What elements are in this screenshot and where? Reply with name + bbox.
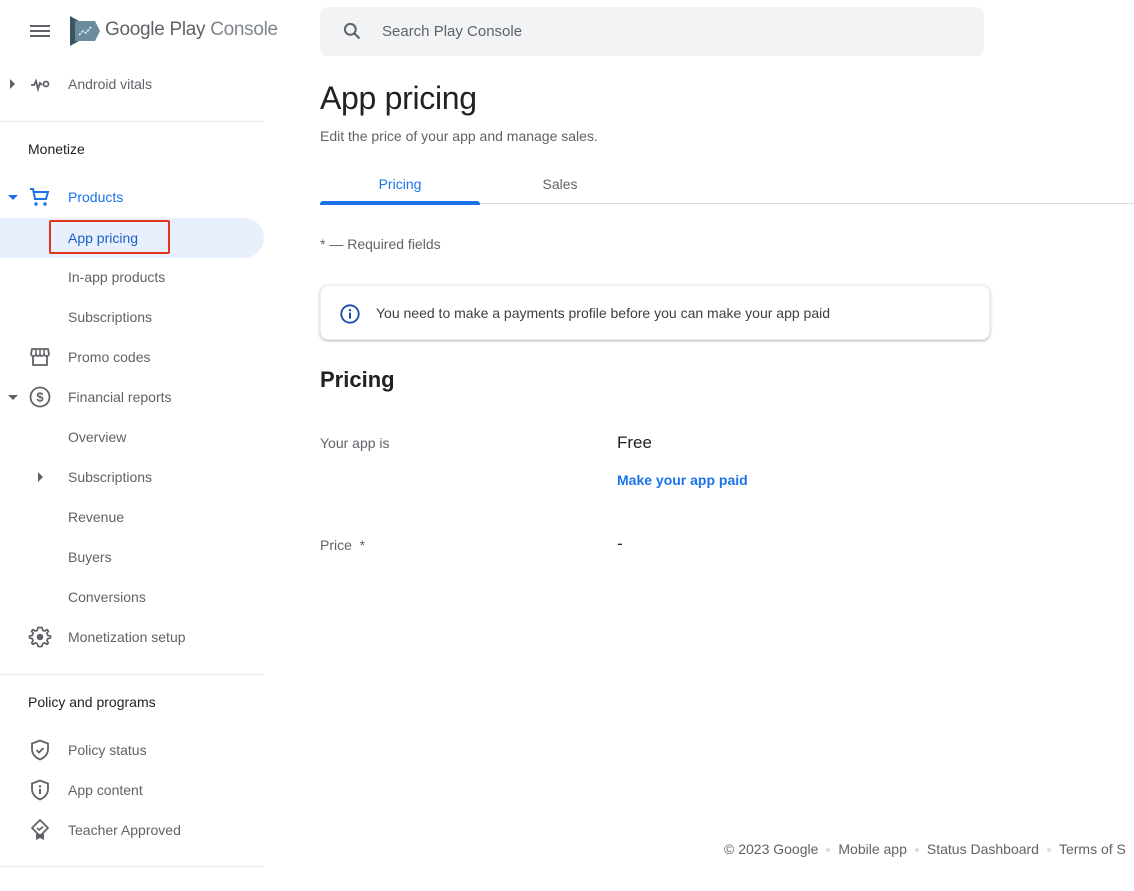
sidebar-item-conversions[interactable]: Conversions (0, 577, 264, 617)
sidebar-item-label: Conversions (68, 589, 146, 605)
sidebar-item-label: Products (68, 189, 124, 205)
divider (0, 121, 264, 122)
page-title: App pricing (320, 80, 477, 116)
price-label: Price * (320, 537, 366, 553)
tab-bar: Pricing Sales (320, 164, 1134, 205)
footer-link-status-dashboard[interactable]: Status Dashboard (927, 841, 1039, 857)
cart-icon (30, 188, 50, 206)
sidebar: Google Play Console Android vitals Monet… (0, 0, 278, 891)
storefront-icon (30, 348, 50, 366)
sidebar-item-monetization-setup[interactable]: Monetization setup (0, 617, 264, 657)
copyright: © 2023 Google (724, 841, 819, 857)
divider (0, 674, 264, 675)
sidebar-item-app-pricing[interactable]: App pricing (0, 218, 264, 258)
search-icon[interactable] (342, 21, 362, 41)
separator-dot (914, 848, 919, 853)
sidebar-item-buyers[interactable]: Buyers (0, 537, 264, 577)
sidebar-item-label: Android vitals (68, 76, 153, 92)
logo-brand: Google Play (105, 19, 206, 40)
sidebar-item-label: Teacher Approved (68, 822, 181, 838)
expand-caret-icon[interactable] (38, 472, 43, 482)
sidebar-item-android-vitals[interactable]: Android vitals (0, 64, 264, 104)
shield-check-icon (31, 739, 49, 761)
tab-sales[interactable]: Sales (480, 164, 640, 204)
shield-info-icon (31, 779, 49, 801)
sidebar-item-label: Financial reports (68, 389, 172, 405)
info-icon (340, 304, 360, 324)
app-pricing-status: Free (617, 433, 652, 452)
sidebar-item-promo-codes[interactable]: Promo codes (0, 337, 264, 377)
svg-text:$: $ (36, 390, 44, 405)
sidebar-item-app-content[interactable]: App content (0, 770, 264, 810)
sidebar-item-overview[interactable]: Overview (0, 417, 264, 457)
separator-dot (1046, 848, 1051, 853)
sidebar-item-teacher-approved[interactable]: Teacher Approved (0, 810, 264, 850)
required-fields-note: * — Required fields (320, 236, 441, 252)
footer: © 2023 Google Mobile app Status Dashboard T… (724, 841, 1126, 857)
sidebar-item-subscriptions[interactable]: Subscriptions (0, 297, 264, 337)
sidebar-item-in-app-products[interactable]: In-app products (0, 257, 264, 297)
collapse-caret-icon[interactable] (8, 394, 18, 400)
section-title-pricing: Pricing (320, 367, 395, 392)
sidebar-item-products[interactable]: Products (0, 177, 264, 217)
info-banner: You need to make a payments profile befo… (320, 285, 990, 340)
separator-dot (826, 848, 831, 853)
sidebar-item-label: In-app products (68, 269, 166, 285)
sidebar-item-label: App pricing (68, 230, 139, 246)
app-is-label: Your app is (320, 435, 390, 451)
sidebar-item-label: Buyers (68, 549, 112, 565)
sidebar-item-label: App content (68, 782, 143, 798)
info-message: You need to make a payments profile befo… (376, 305, 830, 321)
search-bar[interactable]: Search Play Console (320, 7, 984, 56)
expand-caret-icon[interactable] (10, 79, 15, 89)
sidebar-item-label: Overview (68, 429, 127, 445)
vitals-pulse-icon (31, 78, 50, 93)
hamburger-menu-icon[interactable] (28, 22, 52, 40)
dollar-circle-icon: $ (29, 386, 51, 408)
footer-link-mobile-app[interactable]: Mobile app (838, 841, 907, 857)
sidebar-item-label: Policy status (68, 742, 147, 758)
section-title-monetize: Monetize (28, 141, 85, 157)
sidebar-item-label: Revenue (68, 509, 125, 525)
sidebar-item-label: Subscriptions (68, 469, 153, 485)
sidebar-item-label: Subscriptions (68, 309, 153, 325)
collapse-caret-icon[interactable] (8, 194, 18, 200)
app-header: Google Play Console (0, 0, 278, 62)
page-subtitle: Edit the price of your app and manage sa… (320, 128, 598, 144)
section-title-policy: Policy and programs (28, 694, 156, 710)
sidebar-item-revenue[interactable]: Revenue (0, 497, 264, 537)
price-value: - (617, 534, 623, 553)
sidebar-item-financial-reports[interactable]: $ Financial reports (0, 377, 264, 417)
logo-text[interactable]: Google Play Console (105, 19, 278, 41)
make-app-paid-link[interactable]: Make your app paid (617, 472, 748, 488)
sidebar-item-label: Promo codes (68, 349, 151, 365)
logo-product: Console (210, 19, 278, 40)
gear-icon (28, 626, 52, 648)
badge-check-icon (31, 819, 49, 840)
sidebar-item-financial-subscriptions[interactable]: Subscriptions (0, 457, 264, 497)
play-console-logo-icon[interactable] (67, 14, 101, 48)
search-input[interactable]: Search Play Console (382, 23, 522, 40)
footer-link-terms[interactable]: Terms of S (1059, 841, 1126, 857)
tab-pricing[interactable]: Pricing (320, 164, 480, 205)
sidebar-item-label: Monetization setup (68, 629, 186, 645)
sidebar-item-policy-status[interactable]: Policy status (0, 730, 264, 770)
divider (0, 866, 264, 867)
